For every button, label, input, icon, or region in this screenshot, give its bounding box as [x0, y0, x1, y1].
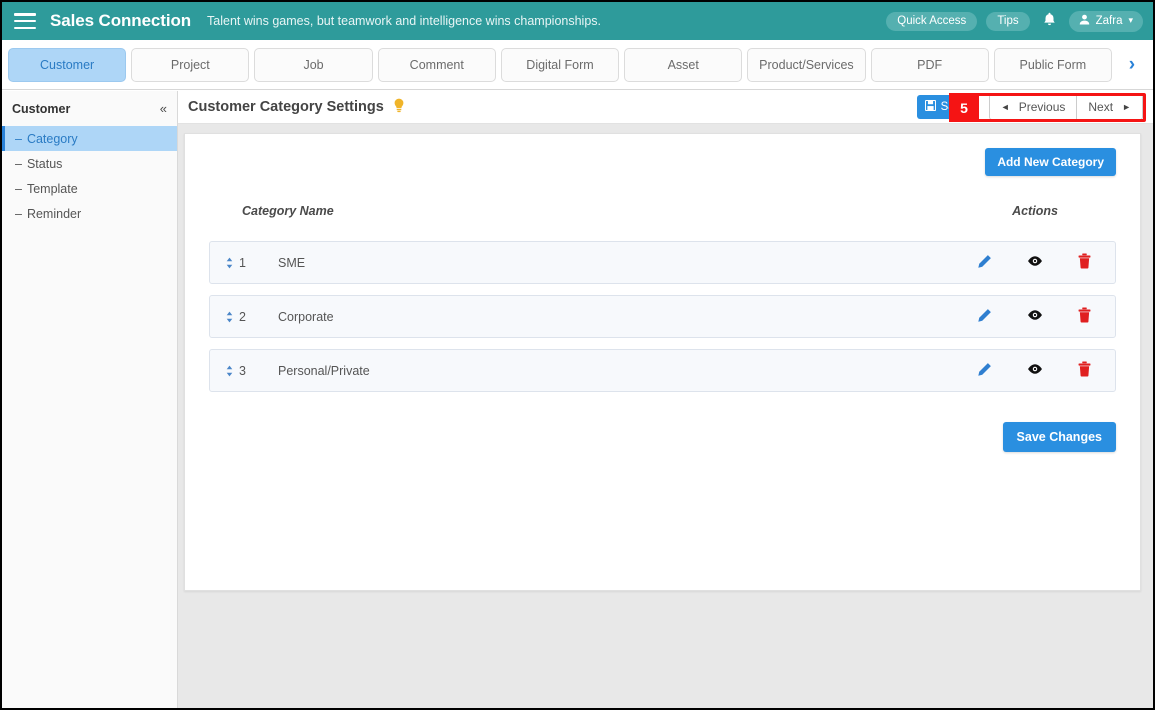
save-button[interactable]: Save: [916, 95, 975, 119]
row-category-name: Corporate: [278, 309, 334, 324]
edit-pencil-icon[interactable]: [977, 254, 992, 272]
arrow-right-icon: ►: [1122, 102, 1131, 112]
page-title: Customer Category Settings: [188, 99, 384, 115]
user-name-label: Zafra: [1095, 14, 1123, 27]
left-sidebar: Customer « – Category – Status – Templat…: [2, 91, 178, 708]
sidebar-collapse-icon[interactable]: «: [160, 101, 167, 116]
tab-project[interactable]: Project: [131, 47, 250, 82]
settings-card: Add New Category Category Name Actions 1…: [184, 133, 1141, 591]
row-order-handle[interactable]: 3: [226, 364, 278, 378]
content-header: Customer Category Settings Save ◄ Previo…: [178, 91, 1153, 124]
delete-trash-icon[interactable]: [1078, 252, 1091, 273]
tab-pdf[interactable]: PDF: [870, 47, 989, 82]
column-header-category-name: Category Name: [242, 204, 334, 218]
quick-access-button[interactable]: Quick Access: [886, 11, 978, 31]
app-tagline: Talent wins games, but teamwork and inte…: [207, 14, 601, 28]
add-new-category-button[interactable]: Add New Category: [985, 148, 1116, 176]
sidebar-item-status[interactable]: – Status: [2, 151, 177, 176]
card-inner: Add New Category Category Name Actions 1…: [185, 134, 1140, 452]
body-area: Customer « – Category – Status – Templat…: [2, 91, 1153, 708]
tabs-scroll-right-icon[interactable]: ›: [1116, 47, 1147, 82]
top-navigation-bar: Sales Connection Talent wins games, but …: [2, 2, 1153, 40]
floppy-disk-save-icon: [924, 99, 936, 114]
sort-updown-icon[interactable]: [226, 365, 233, 377]
view-eye-icon[interactable]: [1027, 255, 1043, 270]
sidebar-item-category[interactable]: – Category: [2, 126, 177, 151]
row-order-handle[interactable]: 2: [226, 310, 278, 324]
previous-label: Previous: [1018, 100, 1066, 114]
edit-pencil-icon[interactable]: [977, 308, 992, 326]
table-row[interactable]: 3 Personal/Private: [209, 349, 1116, 392]
hamburger-menu-icon[interactable]: [14, 13, 36, 29]
row-order-number: 2: [239, 309, 246, 324]
row-order-number: 1: [239, 255, 246, 270]
sidebar-item-label: Status: [26, 156, 63, 171]
notification-bell-icon[interactable]: [1039, 12, 1060, 30]
row-actions: [975, 360, 1093, 381]
save-button-label: Save: [940, 101, 967, 113]
dash-icon: –: [15, 181, 22, 196]
tab-product-services[interactable]: Product/Services: [747, 47, 866, 82]
save-changes-button[interactable]: Save Changes: [1002, 422, 1116, 452]
topbar-actions: Quick Access Tips Zafra ▾: [886, 10, 1143, 32]
table-row[interactable]: 1 SME: [209, 241, 1116, 284]
next-label: Next: [1088, 100, 1114, 114]
delete-trash-icon[interactable]: [1078, 306, 1091, 327]
save-changes-row: Save Changes: [209, 422, 1116, 452]
category-rows: 1 SME 2 Corporate 3 Personal/Private: [209, 241, 1116, 392]
delete-trash-icon[interactable]: [1078, 360, 1091, 381]
row-category-name: SME: [278, 255, 306, 270]
dash-icon: –: [15, 131, 22, 146]
arrow-left-icon: ◄: [1000, 102, 1010, 112]
edit-pencil-icon[interactable]: [977, 362, 992, 380]
row-order-handle[interactable]: 1: [226, 256, 278, 270]
content-area: Customer Category Settings Save ◄ Previo…: [178, 91, 1153, 708]
record-pager: ◄ Previous Next ►: [988, 94, 1143, 120]
row-category-name: Personal/Private: [278, 363, 370, 378]
tab-customer[interactable]: Customer: [8, 47, 127, 82]
tab-public-form[interactable]: Public Form: [993, 47, 1112, 82]
dash-icon: –: [15, 206, 22, 221]
add-new-row: Add New Category: [209, 148, 1116, 176]
sidebar-item-label: Template: [26, 181, 78, 196]
sidebar-item-label: Reminder: [26, 206, 82, 221]
header-actions: Save ◄ Previous Next ►: [916, 94, 1143, 120]
chevron-down-icon: ▾: [1128, 15, 1133, 25]
dash-icon: –: [15, 156, 22, 171]
app-brand-title: Sales Connection: [50, 11, 192, 30]
table-header-row: Category Name Actions: [209, 204, 1116, 218]
app-window: Sales Connection Talent wins games, but …: [0, 0, 1155, 710]
avatar-icon: [1079, 14, 1090, 28]
tab-comment[interactable]: Comment: [377, 47, 496, 82]
view-eye-icon[interactable]: [1027, 363, 1043, 378]
row-actions: [975, 252, 1093, 273]
next-record-button[interactable]: Next ►: [1077, 94, 1143, 120]
column-header-actions: Actions: [1012, 204, 1058, 218]
previous-record-button[interactable]: ◄ Previous: [988, 94, 1078, 120]
row-order-number: 3: [239, 363, 246, 378]
tab-digital-form[interactable]: Digital Form: [500, 47, 620, 82]
table-row[interactable]: 2 Corporate: [209, 295, 1116, 338]
tab-job[interactable]: Job: [254, 47, 373, 82]
user-menu-button[interactable]: Zafra ▾: [1068, 10, 1143, 32]
tips-button[interactable]: Tips: [986, 11, 1030, 31]
sidebar-title: Customer: [12, 101, 71, 116]
sort-updown-icon[interactable]: [226, 311, 233, 323]
tab-asset[interactable]: Asset: [624, 47, 743, 82]
module-tab-strip: Customer Project Job Comment Digital For…: [2, 40, 1153, 90]
lightbulb-hint-icon[interactable]: [393, 98, 405, 116]
sort-updown-icon[interactable]: [226, 257, 233, 269]
sidebar-header: Customer «: [2, 93, 177, 126]
view-eye-icon[interactable]: [1027, 309, 1043, 324]
row-actions: [975, 306, 1093, 327]
sidebar-item-label: Category: [26, 131, 78, 146]
sidebar-item-template[interactable]: – Template: [2, 176, 177, 201]
sidebar-item-reminder[interactable]: – Reminder: [2, 201, 177, 226]
